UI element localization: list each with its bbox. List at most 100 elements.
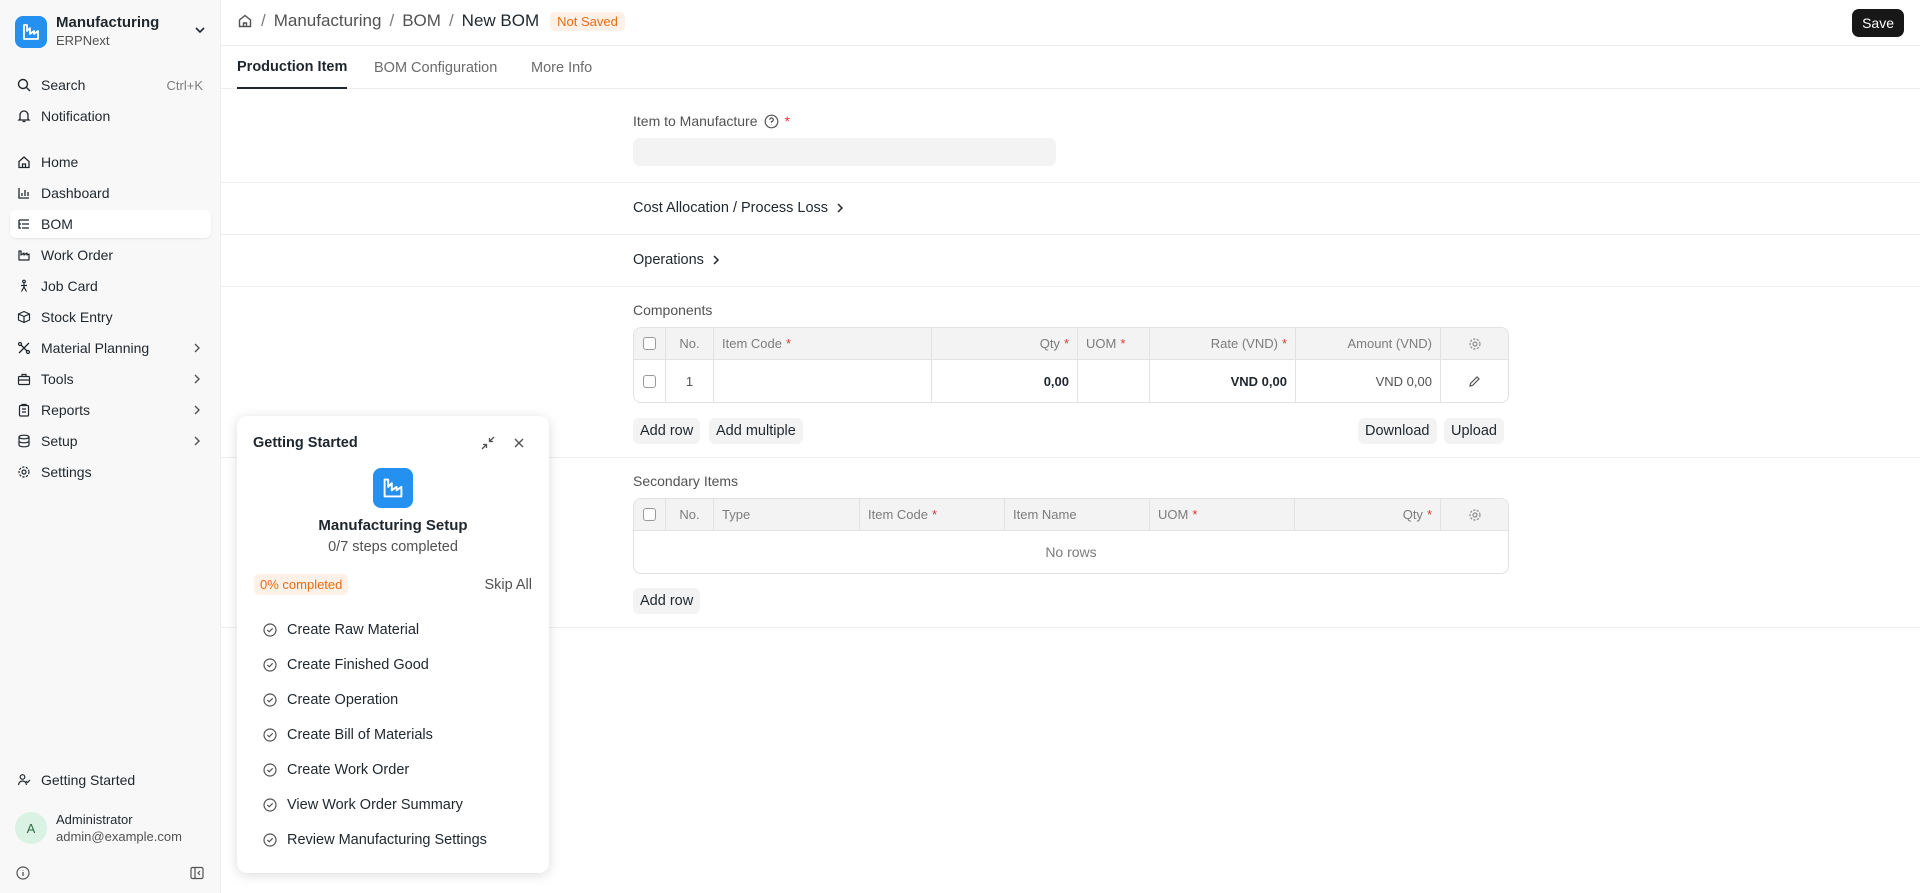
divider <box>221 286 1920 287</box>
sidebar-item-tools[interactable]: Tools <box>10 365 211 393</box>
select-all-checkbox[interactable] <box>634 499 666 530</box>
minimize-icon[interactable] <box>480 435 496 451</box>
row-uom[interactable] <box>1078 360 1150 402</box>
user-check-icon <box>16 772 32 788</box>
step-item[interactable]: Review Manufacturing Settings <box>262 832 487 848</box>
col-uom: UOM * <box>1150 499 1295 530</box>
help-icon[interactable] <box>764 114 779 129</box>
skip-all-button[interactable]: Skip All <box>484 577 532 593</box>
user-menu[interactable]: A Administrator admin@example.com <box>15 811 182 845</box>
sidebar-item-label: Setup <box>41 433 78 449</box>
getting-started-panel: Getting Started Manufacturing Setup 0/7 … <box>237 416 549 873</box>
sidebar-item-label: Work Order <box>41 247 114 263</box>
col-item-code: Item Code * <box>860 499 1005 530</box>
sidebar-item-stock-entry[interactable]: Stock Entry <box>10 303 211 331</box>
user-email: admin@example.com <box>56 829 182 844</box>
sidebar-item-label: Stock Entry <box>41 309 113 325</box>
sidebar-item-dashboard[interactable]: Dashboard <box>10 179 211 207</box>
circle-check-icon <box>262 727 278 743</box>
item-to-manufacture-input[interactable] <box>633 138 1056 166</box>
components-label: Components <box>633 302 713 318</box>
item-to-manufacture-label: Item to Manufacture * <box>633 113 790 129</box>
circle-check-icon <box>262 797 278 813</box>
field-label: Item to Manufacture <box>633 113 758 129</box>
step-label: Create Work Order <box>287 762 410 778</box>
home-icon[interactable] <box>237 13 253 29</box>
sidebar-search[interactable]: Search Ctrl+K <box>10 71 211 99</box>
gear-icon[interactable] <box>1441 328 1508 359</box>
add-row-button[interactable]: Add row <box>633 418 701 444</box>
step-item[interactable]: Create Work Order <box>262 762 409 778</box>
tools-cross-icon <box>16 340 32 356</box>
step-item[interactable]: Create Raw Material <box>262 622 419 638</box>
sidebar-item-reports[interactable]: Reports <box>10 396 211 424</box>
sidebar-item-home[interactable]: Home <box>10 148 211 176</box>
sidebar-item-job-card[interactable]: Job Card <box>10 272 211 300</box>
tab-more-info[interactable]: More Info <box>531 46 592 89</box>
page-title: New BOM <box>461 11 540 30</box>
upload-button[interactable]: Upload <box>1444 418 1504 444</box>
info-icon[interactable] <box>16 866 30 885</box>
circle-check-icon <box>262 692 278 708</box>
sidebar-item-setup[interactable]: Setup <box>10 427 211 455</box>
app-switcher[interactable]: Manufacturing ERPNext <box>15 14 207 50</box>
row-item-code[interactable] <box>714 360 932 402</box>
gear-icon[interactable] <box>1441 499 1508 530</box>
gear-icon <box>16 464 32 480</box>
row-checkbox[interactable] <box>634 360 666 402</box>
col-qty: Qty * <box>932 328 1078 359</box>
breadcrumb: / Manufacturing / BOM / New BOM Not Save… <box>237 11 625 31</box>
sidebar-item-label: Home <box>41 154 79 170</box>
circle-check-icon <box>262 762 278 778</box>
row-amount: VND 0,00 <box>1296 360 1441 402</box>
sidebar-item-bom[interactable]: BOM <box>10 210 211 238</box>
sidebar-item-work-order[interactable]: Work Order <box>10 241 211 269</box>
user-name: Administrator <box>56 812 133 827</box>
save-button[interactable]: Save <box>1852 9 1904 37</box>
col-item-name: Item Name <box>1005 499 1150 530</box>
sidebar-item-getting-started[interactable]: Getting Started <box>10 766 211 794</box>
col-rate: Rate (VND) * <box>1150 328 1296 359</box>
status-badge: Not Saved <box>550 11 625 31</box>
section-cost-allocation[interactable]: Cost Allocation / Process Loss <box>633 200 846 216</box>
sidebar-notification[interactable]: Notification <box>10 102 211 130</box>
col-qty: Qty * <box>1295 499 1441 530</box>
factory-logo-icon <box>15 16 47 48</box>
collapse-sidebar-icon[interactable] <box>190 866 204 885</box>
home-icon <box>16 154 32 170</box>
tab-production-item[interactable]: Production Item <box>237 46 348 89</box>
step-label: Create Finished Good <box>287 657 429 673</box>
chevron-down-icon <box>193 23 207 42</box>
breadcrumb-bom[interactable]: BOM <box>402 11 441 31</box>
row-qty[interactable]: 0,00 <box>932 360 1078 402</box>
section-operations[interactable]: Operations <box>633 252 722 268</box>
step-item[interactable]: View Work Order Summary <box>262 797 463 813</box>
sidebar-item-material-planning[interactable]: Material Planning <box>10 334 211 362</box>
avatar: A <box>15 812 47 844</box>
download-button[interactable]: Download <box>1358 418 1437 444</box>
row-no: 1 <box>666 360 714 402</box>
circle-check-icon <box>262 832 278 848</box>
secondary-items-label: Secondary Items <box>633 473 739 489</box>
step-item[interactable]: Create Finished Good <box>262 657 429 673</box>
components-table: No. Item Code * Qty * UOM * Rate (VND) * Amo… <box>633 327 1509 403</box>
secondary-items-table: No. Type Item Code * Item Name UOM * Qty * … <box>633 498 1509 574</box>
table-row[interactable]: 1 0,00 VND 0,00 VND 0,00 <box>634 360 1508 402</box>
col-item-code: Item Code * <box>714 328 932 359</box>
step-item[interactable]: Create Bill of Materials <box>262 727 433 743</box>
section-label: Cost Allocation / Process Loss <box>633 200 829 216</box>
add-multiple-button[interactable]: Add multiple <box>709 418 803 444</box>
add-row-button[interactable]: Add row <box>633 588 701 614</box>
chevron-right-icon <box>834 201 846 215</box>
step-item[interactable]: Create Operation <box>262 692 398 708</box>
edit-row-icon[interactable] <box>1441 360 1508 402</box>
row-rate[interactable]: VND 0,00 <box>1150 360 1296 402</box>
tab-bom-configuration[interactable]: BOM Configuration <box>374 46 497 89</box>
chevron-right-icon <box>191 341 203 358</box>
col-no: No. <box>666 328 714 359</box>
close-icon[interactable] <box>511 435 527 451</box>
breadcrumb-manufacturing[interactable]: Manufacturing <box>274 11 382 31</box>
database-icon <box>16 433 32 449</box>
select-all-checkbox[interactable] <box>634 328 666 359</box>
sidebar-item-settings[interactable]: Settings <box>10 458 211 486</box>
